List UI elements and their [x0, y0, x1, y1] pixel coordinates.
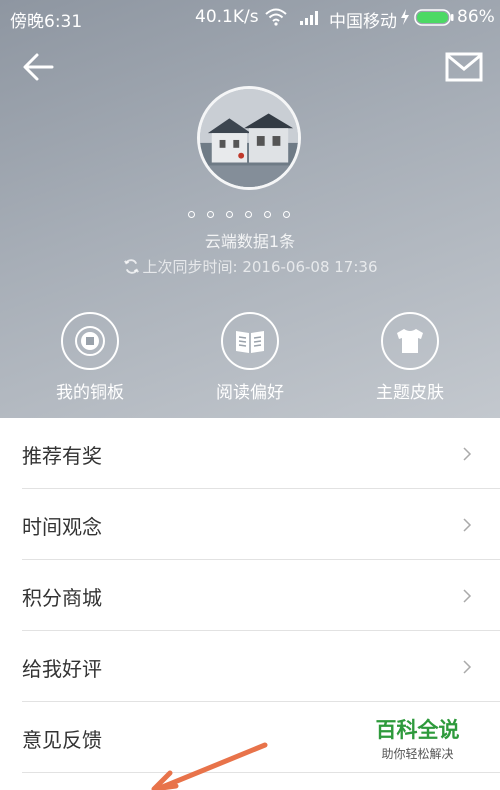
- annotation-arrow: [151, 742, 268, 790]
- chevron-right-icon: [463, 589, 472, 603]
- book-icon-circle: [221, 312, 279, 370]
- cloud-data-count: 云端数据1条: [204, 232, 296, 251]
- signal-icon: [300, 11, 318, 25]
- sync-icon: [123, 259, 139, 274]
- coin-icon: [75, 326, 105, 356]
- watermark-subtitle: 助你轻松解决: [381, 747, 454, 761]
- menu-item-label: 推荐有奖: [22, 444, 102, 468]
- avatar[interactable]: [197, 86, 301, 190]
- indicator-dot: [245, 211, 252, 218]
- chevron-right-icon: [463, 518, 472, 532]
- back-arrow-icon[interactable]: [22, 50, 56, 84]
- feature-my-coins[interactable]: 我的铜板: [25, 312, 155, 403]
- battery-icon: [414, 9, 454, 26]
- feature-theme-skin[interactable]: 主题皮肤: [345, 312, 475, 403]
- indicator-dot: [207, 211, 214, 218]
- indicator-dot: [226, 211, 233, 218]
- mail-icon[interactable]: [445, 52, 483, 82]
- carrier-name: 中国移动: [329, 12, 397, 32]
- wifi-icon: [265, 8, 287, 26]
- menu-item-points-mall[interactable]: 积分商城: [22, 560, 500, 631]
- menu-item-rate-us[interactable]: 给我好评: [22, 631, 500, 702]
- feature-label: 阅读偏好: [216, 383, 284, 403]
- watermark-logo: 百科全说 助你轻松解决: [350, 712, 485, 764]
- charging-icon: [401, 9, 409, 25]
- battery-percent: 86%: [457, 7, 495, 27]
- menu-item-label: 意见反馈: [22, 728, 102, 752]
- menu-item-label: 积分商城: [22, 586, 102, 610]
- book-icon: [236, 331, 264, 353]
- shirt-icon-circle: [381, 312, 439, 370]
- chevron-right-icon: [463, 660, 472, 674]
- network-speed: 40.1K/s: [195, 7, 259, 27]
- menu-item-time-concept[interactable]: 时间观念: [22, 489, 500, 560]
- indicator-dot: [264, 211, 271, 218]
- menu-item-referral-reward[interactable]: 推荐有奖: [22, 418, 500, 489]
- indicator-dot: [283, 211, 290, 218]
- avatar-image: [200, 89, 298, 187]
- status-time: 傍晚6:31: [10, 12, 83, 32]
- last-sync-row[interactable]: 上次同步时间: 2016-06-08 17:36: [0, 256, 500, 277]
- indicator-dot: [188, 211, 195, 218]
- menu-item-label: 时间观念: [22, 515, 102, 539]
- menu-item-label: 给我好评: [22, 657, 102, 681]
- feature-reading-preference[interactable]: 阅读偏好: [185, 312, 315, 403]
- last-sync-text: 上次同步时间: 2016-06-08 17:36: [142, 258, 378, 276]
- feature-label: 主题皮肤: [376, 383, 444, 403]
- page-indicator: [188, 211, 308, 221]
- watermark-title: 百科全说: [375, 718, 460, 742]
- status-bar: 傍晚6:31 40.1K/s 中国移动 86%: [0, 0, 500, 34]
- coin-icon-circle: [61, 312, 119, 370]
- shirt-icon: [397, 329, 423, 353]
- feature-label: 我的铜板: [56, 383, 124, 403]
- chevron-right-icon: [463, 447, 472, 461]
- profile-header: 傍晚6:31 40.1K/s 中国移动 86% 云端数据1条 上次同步时间: 2…: [0, 0, 500, 418]
